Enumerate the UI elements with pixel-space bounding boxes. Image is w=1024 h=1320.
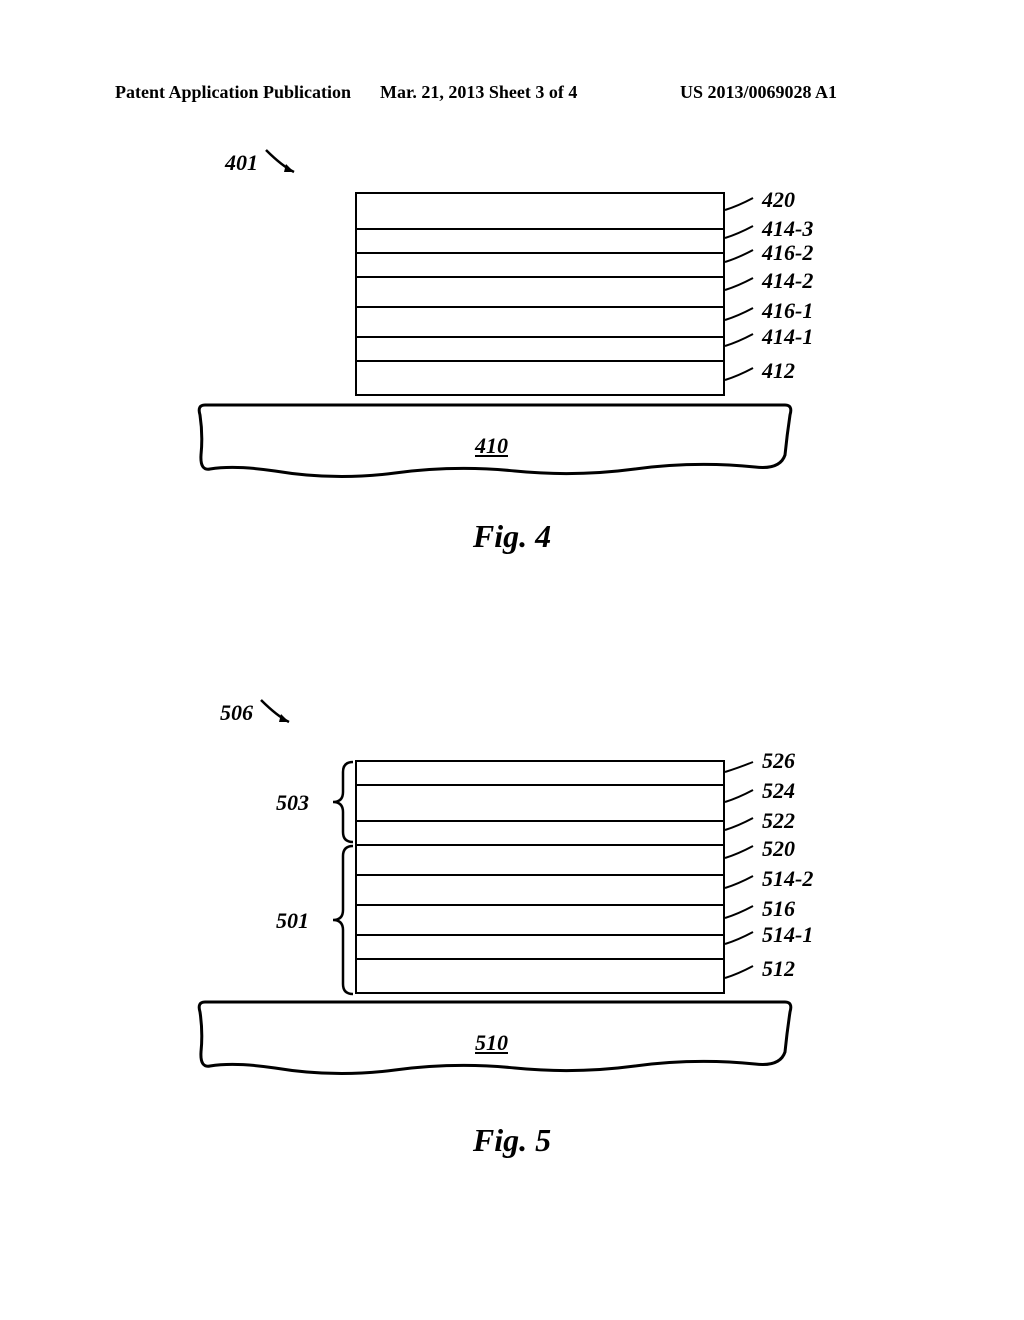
figure-5: 506 503 501 510 [0, 690, 1024, 1250]
fig4-caption: Fig. 4 [0, 518, 1024, 555]
label-520: 520 [762, 836, 795, 862]
header-center: Mar. 21, 2013 Sheet 3 of 4 [380, 82, 577, 103]
fig4-layer-414-3 [355, 228, 725, 252]
header-right: US 2013/0069028 A1 [680, 82, 837, 103]
header-left: Patent Application Publication [115, 82, 351, 103]
brace-503: 503 [276, 790, 309, 816]
label-412: 412 [762, 358, 795, 384]
fig4-layer-412 [355, 360, 725, 396]
fig4-stack [355, 192, 725, 396]
fig5-layer-516 [355, 904, 725, 934]
label-414-3: 414-3 [762, 216, 813, 242]
label-514-1: 514-1 [762, 922, 813, 948]
fig5-layer-522 [355, 820, 725, 844]
fig5-layer-520 [355, 844, 725, 874]
fig5-caption: Fig. 5 [0, 1122, 1024, 1159]
fig4-layer-420 [355, 192, 725, 228]
label-512: 512 [762, 956, 795, 982]
fig5-substrate-label: 510 [475, 1030, 508, 1056]
arrow-icon [264, 148, 304, 178]
ref-506: 506 [220, 698, 299, 728]
label-514-2: 514-2 [762, 866, 813, 892]
fig5-layer-512 [355, 958, 725, 994]
label-414-1: 414-1 [762, 324, 813, 350]
label-522: 522 [762, 808, 795, 834]
fig5-layer-524 [355, 784, 725, 820]
label-526: 526 [762, 748, 795, 774]
fig4-layer-416-1 [355, 306, 725, 336]
ref-506-text: 506 [220, 700, 253, 726]
label-524: 524 [762, 778, 795, 804]
fig5-layer-514-2 [355, 874, 725, 904]
fig4-substrate-label: 410 [475, 433, 508, 459]
fig4-layer-414-2 [355, 276, 725, 306]
fig5-stack [355, 760, 725, 994]
fig5-layer-526 [355, 760, 725, 784]
label-416-2: 416-2 [762, 240, 813, 266]
fig5-braces [325, 760, 355, 1000]
label-414-2: 414-2 [762, 268, 813, 294]
fig5-layer-514-1 [355, 934, 725, 958]
label-416-1: 416-1 [762, 298, 813, 324]
ref-401-text: 401 [225, 150, 258, 176]
label-516: 516 [762, 896, 795, 922]
label-420: 420 [762, 187, 795, 213]
fig4-layer-414-1 [355, 336, 725, 360]
brace-501: 501 [276, 908, 309, 934]
arrow-icon [259, 698, 299, 728]
fig4-layer-416-2 [355, 252, 725, 276]
figure-4: 401 410 420 414-3 416-2 414-2 416-1 414-… [0, 140, 1024, 610]
ref-401: 401 [225, 148, 304, 178]
